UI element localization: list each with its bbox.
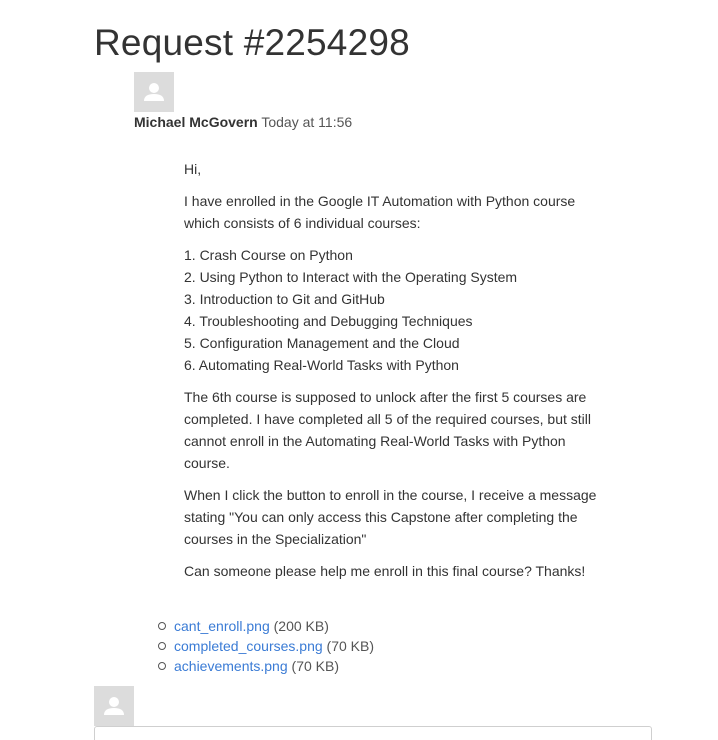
attachment-item: completed_courses.png (70 KB) — [156, 636, 374, 656]
attachment-item: achievements.png (70 KB) — [156, 656, 374, 676]
course-item: 6. Automating Real-World Tasks with Pyth… — [184, 357, 459, 373]
user-silhouette-icon — [94, 686, 134, 726]
course-item: 3. Introduction to Git and GitHub — [184, 291, 385, 307]
page-title: Request #2254298 — [94, 22, 410, 63]
comment-message-paragraph: When I click the button to enroll in the… — [184, 487, 597, 547]
bullet-icon — [158, 662, 166, 670]
comment-author: Michael McGovern — [134, 114, 258, 130]
comment-meta: Michael McGovern Today at 11:56 — [134, 112, 352, 132]
comment-greeting: Hi, — [184, 161, 202, 177]
course-list: 1. Crash Course on Python 2. Using Pytho… — [184, 244, 609, 376]
attachment-size: (200 KB) — [273, 618, 329, 634]
bullet-icon — [158, 622, 166, 630]
request-page: Request #2254298 Michael McGovern Today … — [0, 0, 718, 740]
reply-avatar — [94, 686, 134, 726]
comment-intro: I have enrolled in the Google IT Automat… — [184, 193, 576, 231]
attachment-item: cant_enroll.png (200 KB) — [156, 616, 374, 636]
comment-timestamp: Today at 11:56 — [261, 114, 353, 130]
attachment-link[interactable]: completed_courses.png — [174, 638, 323, 654]
user-silhouette-icon — [134, 72, 174, 112]
attachment-link[interactable]: cant_enroll.png — [174, 618, 270, 634]
attachment-size: (70 KB) — [326, 638, 375, 654]
comment-body: Hi, I have enrolled in the Google IT Aut… — [184, 158, 609, 592]
attachment-list: cant_enroll.png (200 KB) completed_cours… — [156, 616, 374, 676]
reply-input[interactable] — [94, 726, 652, 740]
course-item: 1. Crash Course on Python — [184, 247, 353, 263]
author-avatar — [134, 72, 174, 112]
course-item: 2. Using Python to Interact with the Ope… — [184, 269, 518, 285]
bullet-icon — [158, 642, 166, 650]
comment-problem-paragraph: The 6th course is supposed to unlock aft… — [184, 389, 591, 471]
comment-ask-paragraph: Can someone please help me enroll in thi… — [184, 563, 586, 579]
attachment-link[interactable]: achievements.png — [174, 658, 288, 674]
attachment-size: (70 KB) — [291, 658, 339, 674]
course-item: 5. Configuration Management and the Clou… — [184, 335, 460, 351]
course-item: 4. Troubleshooting and Debugging Techniq… — [184, 313, 473, 329]
